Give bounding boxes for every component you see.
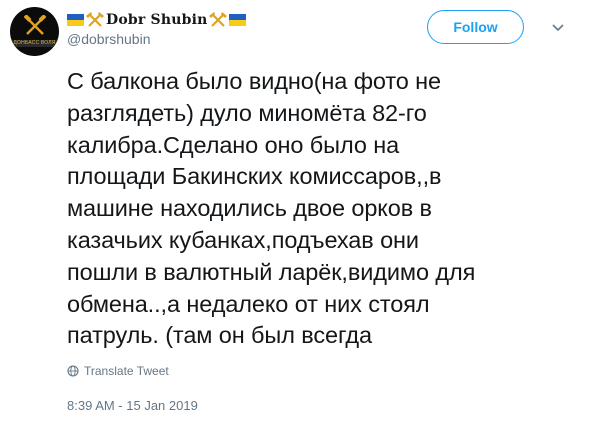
chevron-down-icon[interactable]: [548, 17, 568, 37]
avatar[interactable]: ДОНБАСС ВОЛЯ: [10, 7, 59, 56]
display-name: Dobr Shubin: [106, 12, 208, 28]
globe-icon: [67, 365, 79, 377]
tweet-text: С балкона было видно(на фото не разгляде…: [67, 68, 476, 349]
user-handle[interactable]: @dobrshubin: [67, 31, 151, 47]
avatar-crossed-hammers-icon: [24, 15, 46, 35]
hammer-pick-icon: [209, 12, 228, 27]
hammer-pick-icon: [86, 12, 104, 27]
translate-tweet-label: Translate Tweet: [84, 364, 169, 378]
tweet-timestamp[interactable]: 8:39 AM - 15 Jan 2019: [67, 398, 198, 413]
translate-tweet-link[interactable]: Translate Tweet: [67, 363, 169, 379]
display-name-row[interactable]: Dobr Shubin: [67, 10, 247, 30]
ukraine-flag-icon: [67, 14, 84, 26]
ukraine-flag-icon: [229, 14, 247, 26]
avatar-caption: ДОНБАСС ВОЛЯ: [10, 40, 59, 47]
follow-button[interactable]: Follow: [427, 10, 524, 44]
